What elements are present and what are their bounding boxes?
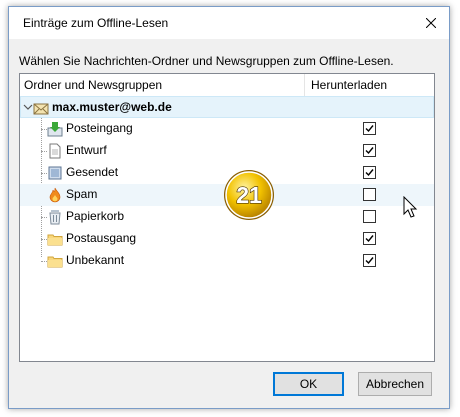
column-header: Ordner und Newsgruppen Herunterladen: [20, 74, 434, 97]
download-checkbox[interactable]: [363, 210, 376, 223]
instruction-text: Wählen Sie Nachrichten-Ordner und Newsgr…: [19, 54, 394, 68]
tree-row-entwurf[interactable]: Entwurf: [20, 140, 434, 162]
sent-icon: [48, 166, 62, 180]
close-button[interactable]: [417, 11, 445, 35]
folder-label: Gesendet: [66, 165, 119, 179]
folder-label: Spam: [66, 187, 98, 201]
dialog-title: Einträge zum Offline-Lesen: [23, 16, 169, 30]
tree-row-postausgang[interactable]: Postausgang: [20, 228, 434, 250]
folder-icon: [47, 234, 63, 246]
column-header-download[interactable]: Herunterladen: [305, 74, 434, 96]
draft-icon: [49, 143, 61, 159]
cancel-button[interactable]: Abbrechen: [358, 372, 432, 396]
download-checkbox[interactable]: [363, 254, 376, 267]
column-header-folders[interactable]: Ordner und Newsgruppen: [20, 74, 305, 96]
chevron-down-icon[interactable]: [23, 102, 33, 112]
folder-label: Postausgang: [66, 231, 137, 245]
trash-icon: [49, 210, 61, 225]
download-checkbox[interactable]: [363, 232, 376, 245]
check-icon: [365, 169, 374, 177]
ok-button[interactable]: OK: [273, 372, 344, 396]
download-checkbox[interactable]: [363, 166, 376, 179]
check-icon: [365, 147, 374, 155]
tree-row-unbekannt[interactable]: Unbekannt: [20, 250, 434, 272]
download-checkbox[interactable]: [363, 144, 376, 157]
folder-label: Unbekannt: [66, 253, 125, 267]
download-checkbox[interactable]: [363, 188, 376, 201]
tree-row-account[interactable]: max.muster@web.de: [20, 96, 434, 118]
folder-icon: [47, 256, 63, 268]
account-label: max.muster@web.de: [52, 100, 172, 114]
mail-account-icon: [33, 103, 49, 115]
step-number-badge: 21: [224, 170, 274, 220]
check-icon: [365, 235, 374, 243]
close-icon: [426, 18, 436, 28]
tree-row-posteingang[interactable]: Posteingang: [20, 118, 434, 140]
download-checkbox[interactable]: [363, 122, 376, 135]
folder-label: Papierkorb: [66, 209, 125, 223]
step-number-text: 21: [236, 182, 262, 208]
mouse-pointer-icon: [403, 196, 418, 218]
check-icon: [365, 125, 374, 133]
dialog-body: Wählen Sie Nachrichten-Ordner und Newsgr…: [9, 39, 449, 408]
spam-flame-icon: [49, 187, 61, 203]
inbox-icon: [47, 122, 63, 137]
title-bar: Einträge zum Offline-Lesen: [9, 7, 449, 39]
folder-label: Posteingang: [66, 121, 133, 135]
check-icon: [365, 257, 374, 265]
folder-label: Entwurf: [66, 143, 107, 157]
